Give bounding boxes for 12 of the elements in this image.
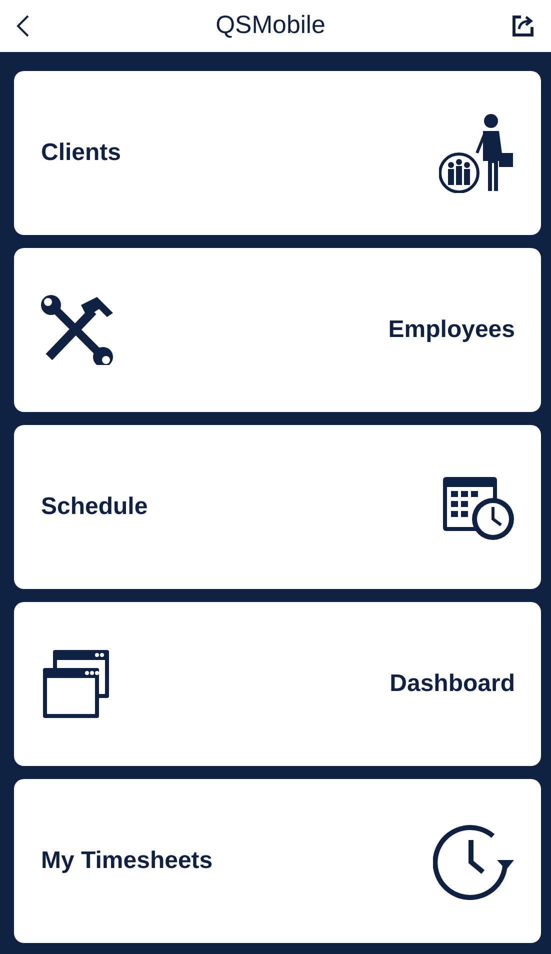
menu-tile[interactable]: My Timesheets [14, 779, 541, 943]
share-button[interactable] [510, 14, 535, 38]
menu-tile[interactable]: Clients [14, 71, 541, 235]
wrench-hammer-icon [41, 295, 115, 365]
clock-icon [433, 822, 515, 900]
back-button[interactable] [16, 14, 30, 38]
menu-tile[interactable]: Employees [14, 248, 541, 412]
menu-tile[interactable]: Dashboard [14, 602, 541, 766]
menu-tile[interactable]: Schedule [14, 425, 541, 589]
app-title: QSMobile [216, 10, 326, 42]
people-icon [439, 113, 515, 193]
windows-icon [41, 648, 111, 720]
